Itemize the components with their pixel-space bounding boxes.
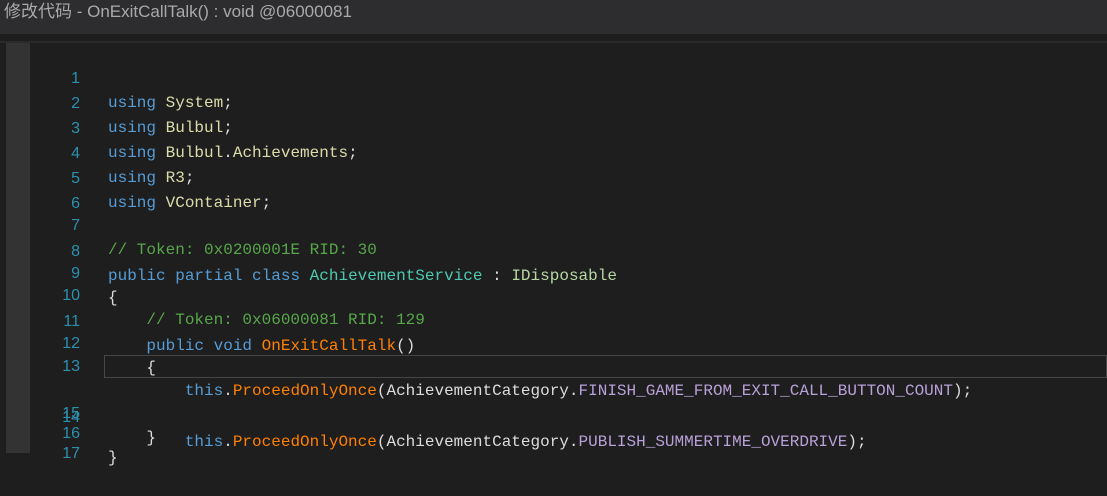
code-line-1[interactable]: 1 using System; bbox=[0, 41, 1107, 112]
close-brace: } bbox=[108, 449, 118, 467]
code-line-10[interactable]: 10 // Token: 0x06000081 RID: 129 bbox=[0, 258, 1107, 329]
code-line-7[interactable]: 7 // Token: 0x0200001E RID: 30 bbox=[0, 188, 1107, 259]
code-line-4[interactable]: 4 using R3; bbox=[0, 116, 1107, 187]
code-line-12[interactable]: 12 { bbox=[0, 306, 1107, 377]
code-line-17[interactable]: 17 bbox=[0, 416, 1107, 462]
code-editor[interactable]: 1 using System; 2 using Bulbul; 3 using … bbox=[0, 34, 1107, 467]
current-line-highlight bbox=[104, 355, 1107, 378]
code-line-5[interactable]: 5 using VContainer; bbox=[0, 141, 1107, 212]
code-line-2[interactable]: 2 using Bulbul; bbox=[0, 66, 1107, 137]
code-line-3[interactable]: 3 using Bulbul.Achievements; bbox=[0, 91, 1107, 162]
code-line-13[interactable]: 13 this.ProceedOnlyOnce(AchievementCateg… bbox=[0, 329, 1107, 400]
line-number: 17 bbox=[62, 445, 80, 462]
window-title: 修改代码 - OnExitCallTalk() : void @06000081 bbox=[0, 0, 1107, 34]
